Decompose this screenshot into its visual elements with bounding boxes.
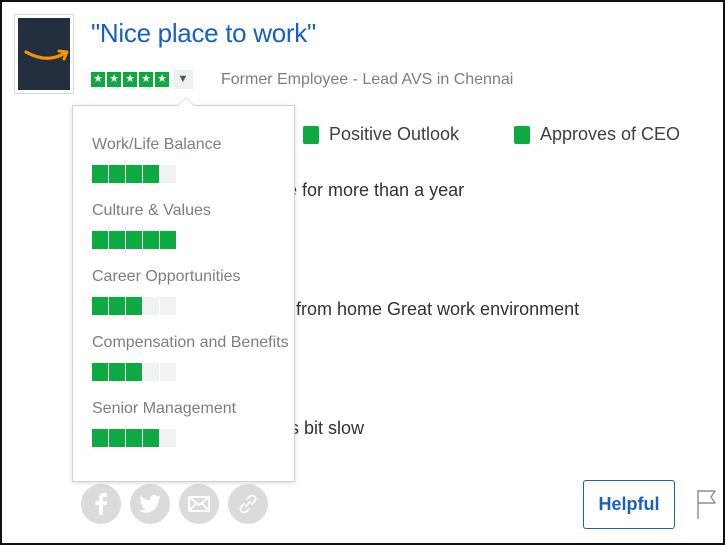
- email-icon: [188, 496, 210, 512]
- rating-bar-segment: [160, 429, 176, 447]
- amazon-logo-icon: [18, 18, 70, 90]
- rating-bar-segment: [92, 429, 108, 447]
- subrating-career-opportunities: Career Opportunities: [92, 268, 241, 315]
- rating-bar-segment: [109, 297, 125, 315]
- cons-text: s bit slow: [290, 418, 365, 438]
- subrating-work-life-balance: Work/Life Balance: [92, 136, 222, 183]
- subrating-compensation-benefits: Compensation and Benefits: [92, 334, 289, 381]
- rating-bar-segment: [126, 231, 142, 249]
- star-icon: ★: [139, 72, 153, 87]
- rating-bars: [92, 429, 236, 447]
- rating-bar-segment: [92, 231, 108, 249]
- rating-bar-segment: [160, 297, 176, 315]
- rating-dropdown-toggle[interactable]: ▼: [173, 70, 193, 89]
- star-icon: ★: [155, 72, 169, 87]
- review-card: "Nice place to work" ★ ★ ★ ★ ★ ▼ Former …: [0, 0, 725, 545]
- rating-bar-segment: [143, 231, 159, 249]
- subratings-popup: Work/Life Balance Culture & Values Caree…: [72, 97, 295, 482]
- rating-bar-segment: [109, 363, 125, 381]
- subrating-label: Career Opportunities: [92, 268, 241, 285]
- subrating-label: Work/Life Balance: [92, 136, 222, 153]
- rating-bars: [92, 363, 289, 381]
- rating-bar-segment: [143, 297, 159, 315]
- subrating-culture-values: Culture & Values: [92, 202, 211, 249]
- subrating-label: Culture & Values: [92, 202, 211, 219]
- rating-bar-segment: [126, 429, 142, 447]
- report-flag-icon[interactable]: [696, 488, 718, 525]
- share-buttons: [81, 484, 277, 524]
- rating-bar-segment: [160, 363, 176, 381]
- overall-rating[interactable]: ★ ★ ★ ★ ★ ▼: [91, 69, 193, 90]
- helpful-button[interactable]: Helpful: [583, 480, 675, 529]
- rating-bar-segment: [109, 231, 125, 249]
- rating-bar-segment: [143, 429, 159, 447]
- email-share-button[interactable]: [179, 484, 219, 524]
- star-icon: ★: [91, 72, 105, 87]
- rating-bar-segment: [109, 165, 125, 183]
- rating-bar-segment: [160, 231, 176, 249]
- company-logo[interactable]: [14, 14, 74, 94]
- rating-bar-segment: [92, 297, 108, 315]
- subrating-senior-management: Senior Management: [92, 400, 236, 447]
- rating-bars: [92, 165, 222, 183]
- employee-info: Former Employee - Lead AVS in Chennai: [221, 71, 514, 88]
- star-icon: ★: [107, 72, 121, 87]
- star-icon: ★: [123, 72, 137, 87]
- rating-bar-segment: [160, 165, 176, 183]
- copy-link-button[interactable]: [228, 484, 268, 524]
- rating-bars: [92, 297, 241, 315]
- twitter-icon: [139, 495, 161, 513]
- facebook-share-button[interactable]: [81, 484, 121, 524]
- rating-bar-segment: [126, 165, 142, 183]
- rating-bar-segment: [126, 297, 142, 315]
- twitter-share-button[interactable]: [130, 484, 170, 524]
- rating-bar-segment: [143, 165, 159, 183]
- recommendation-positive-outlook: Positive Outlook: [303, 124, 459, 145]
- rating-bar-segment: [143, 363, 159, 381]
- facebook-icon: [95, 493, 107, 515]
- pros-text: from home Great work environment: [296, 299, 580, 319]
- link-icon: [239, 494, 257, 514]
- employment-tenure: e for more than a year: [287, 180, 465, 200]
- rating-bar-segment: [109, 429, 125, 447]
- rating-bars: [92, 231, 211, 249]
- review-title[interactable]: "Nice place to work": [91, 18, 316, 49]
- subrating-label: Senior Management: [92, 400, 237, 417]
- green-square-icon: [303, 125, 319, 144]
- flag-label: Positive Outlook: [329, 124, 460, 144]
- subrating-label: Compensation and Benefits: [92, 334, 289, 351]
- rating-bar-segment: [92, 165, 108, 183]
- recommendation-approves-ceo: Approves of CEO: [514, 124, 680, 145]
- rating-bar-segment: [126, 363, 142, 381]
- flag-label: Approves of CEO: [540, 124, 681, 144]
- rating-bar-segment: [92, 363, 108, 381]
- caret-down-icon: ▼: [177, 73, 189, 85]
- green-square-icon: [514, 125, 530, 144]
